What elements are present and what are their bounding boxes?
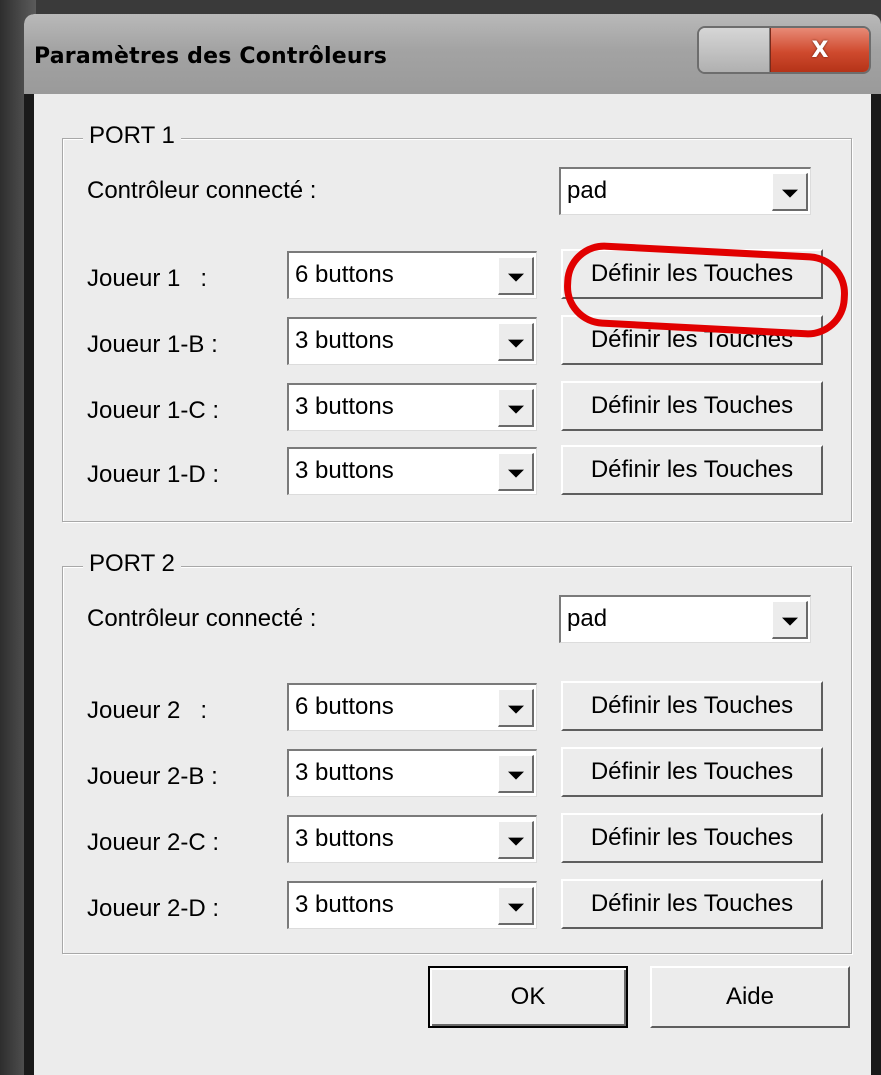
chevron-down-icon [507, 405, 524, 414]
player-2c-type-select[interactable]: 3 buttons [287, 815, 537, 863]
caption-blank-button [699, 28, 770, 72]
player-1d-type-select[interactable]: 3 buttons [287, 447, 537, 495]
chevron-down-icon [507, 837, 524, 846]
player-2b-type-dropdown-button[interactable] [498, 755, 534, 793]
player-2c-define-keys-button[interactable]: Définir les Touches [561, 813, 823, 863]
player-1c-define-keys-button[interactable]: Définir les Touches [561, 381, 823, 431]
port-1-controller-label: Contrôleur connecté : [87, 177, 317, 204]
help-button[interactable]: Aide [650, 966, 850, 1028]
player-1b-type-dropdown-button[interactable] [498, 323, 534, 361]
ok-button[interactable]: OK [428, 966, 628, 1028]
chevron-down-icon [781, 189, 798, 198]
player-1b-type-select[interactable]: 3 buttons [287, 317, 537, 365]
close-icon: X [811, 37, 829, 63]
player-2c-type-value: 3 buttons [295, 825, 394, 852]
player-2-type-select[interactable]: 6 buttons [287, 683, 537, 731]
player-1c-type-value: 3 buttons [295, 393, 394, 420]
player-2c-label: Joueur 2-C : [87, 829, 220, 856]
chevron-down-icon [507, 705, 524, 714]
player-1d-label: Joueur 1-D : [87, 461, 220, 488]
player-2-label: Joueur 2 : [87, 697, 208, 724]
player-2c-type-dropdown-button[interactable] [498, 821, 534, 859]
port-2-controller-dropdown-button[interactable] [772, 601, 808, 639]
player-2d-define-keys-button[interactable]: Définir les Touches [561, 879, 823, 929]
player-1-label: Joueur 1 : [87, 265, 208, 292]
player-2-define-keys-button[interactable]: Définir les Touches [561, 681, 823, 731]
close-button[interactable]: X [770, 28, 869, 72]
port-1-controller-value: pad [567, 177, 608, 204]
player-1d-define-keys-button[interactable]: Définir les Touches [561, 445, 823, 495]
port-2-controller-select[interactable]: pad [559, 595, 811, 643]
title-bar[interactable]: Paramètres des Contrôleurs X [24, 14, 881, 94]
chevron-down-icon [507, 771, 524, 780]
player-2b-define-keys-button[interactable]: Définir les Touches [561, 747, 823, 797]
chevron-down-icon [781, 617, 798, 626]
port-1-controller-select[interactable]: pad [559, 167, 811, 215]
player-2d-type-select[interactable]: 3 buttons [287, 881, 537, 929]
player-2b-label: Joueur 2-B : [87, 763, 218, 790]
player-2d-type-value: 3 buttons [295, 891, 394, 918]
chevron-down-icon [507, 903, 524, 912]
port-2-title: PORT 2 [83, 550, 181, 578]
chevron-down-icon [507, 273, 524, 282]
caption-buttons: X [697, 26, 871, 74]
port-2-group: PORT 2 Contrôleur connecté : pad Joueur … [62, 550, 852, 954]
player-1c-label: Joueur 1-C : [87, 397, 220, 424]
player-2-type-value: 6 buttons [295, 693, 394, 720]
player-1-type-select[interactable]: 6 buttons [287, 251, 537, 299]
player-2d-type-dropdown-button[interactable] [498, 887, 534, 925]
player-2b-type-select[interactable]: 3 buttons [287, 749, 537, 797]
port-1-title: PORT 1 [83, 122, 181, 150]
player-1-type-value: 6 buttons [295, 261, 394, 288]
player-1d-type-dropdown-button[interactable] [498, 453, 534, 491]
player-1c-type-select[interactable]: 3 buttons [287, 383, 537, 431]
player-1d-type-value: 3 buttons [295, 457, 394, 484]
player-1-type-dropdown-button[interactable] [498, 257, 534, 295]
port-1-group: PORT 1 Contrôleur connecté : pad Joueur … [62, 122, 852, 522]
player-1-define-keys-button[interactable]: Définir les Touches [561, 249, 823, 299]
chevron-down-icon [507, 339, 524, 348]
dialog-title: Paramètres des Contrôleurs [34, 44, 388, 69]
controller-settings-dialog: Paramètres des Contrôleurs X PORT 1 Cont… [24, 14, 881, 1075]
dialog-client-area: PORT 1 Contrôleur connecté : pad Joueur … [34, 94, 871, 1075]
player-1b-label: Joueur 1-B : [87, 331, 218, 358]
port-2-controller-label: Contrôleur connecté : [87, 605, 317, 632]
player-2-type-dropdown-button[interactable] [498, 689, 534, 727]
port-1-controller-dropdown-button[interactable] [772, 173, 808, 211]
player-1b-type-value: 3 buttons [295, 327, 394, 354]
player-1c-type-dropdown-button[interactable] [498, 389, 534, 427]
player-2b-type-value: 3 buttons [295, 759, 394, 786]
chevron-down-icon [507, 469, 524, 478]
player-1b-define-keys-button[interactable]: Définir les Touches [561, 315, 823, 365]
port-2-controller-value: pad [567, 605, 608, 632]
player-2d-label: Joueur 2-D : [87, 895, 220, 922]
